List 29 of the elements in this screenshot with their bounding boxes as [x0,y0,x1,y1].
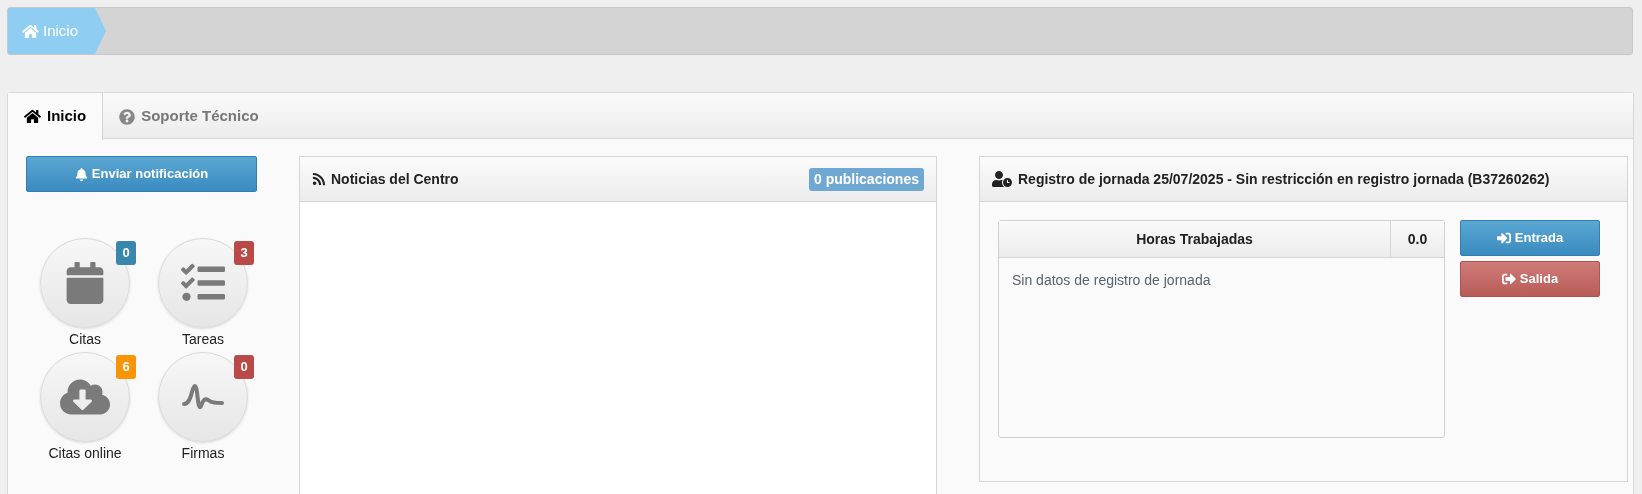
help-icon [119,108,136,125]
send-notification-button[interactable]: Enviar notificación [26,156,257,192]
sign-out-icon [1501,272,1516,286]
count-badge: 3 [234,241,254,265]
signature-icon [182,382,224,412]
check-in-button[interactable]: Entrada [1460,220,1600,256]
shortcut-label: Citas online [48,444,122,463]
rss-icon [312,172,326,186]
check-out-button[interactable]: Salida [1460,261,1600,297]
column-header: Horas Trabajadas [1135,229,1254,249]
shortcut-label: Citas [69,330,101,349]
sign-in-icon [1496,231,1511,245]
count-badge: 0 publicaciones [808,167,924,191]
panel-title: Registro de jornada 25/07/2025 - Sin restricción en registro jornada (B37260262) [1018,169,1550,189]
total-hours: 0.0 [1390,221,1444,257]
tab[interactable]: Inicio [8,93,104,140]
bell-icon [74,167,88,181]
shortcut-label: Firmas [181,444,225,463]
calendar-icon [66,262,104,304]
count-badge: 0 [116,241,136,265]
tab[interactable]: Soporte Técnico [103,93,275,140]
count-badge: 0 [234,355,254,379]
panel-title: Noticias del Centro [331,169,459,189]
count-badge: 6 [116,355,136,379]
shortcut-label: Tareas [182,330,224,349]
user-clock-icon [992,171,1012,187]
home-icon [24,108,41,125]
home-icon [22,22,39,40]
empty-message: Sin datos de registro de jornada [1011,271,1212,290]
